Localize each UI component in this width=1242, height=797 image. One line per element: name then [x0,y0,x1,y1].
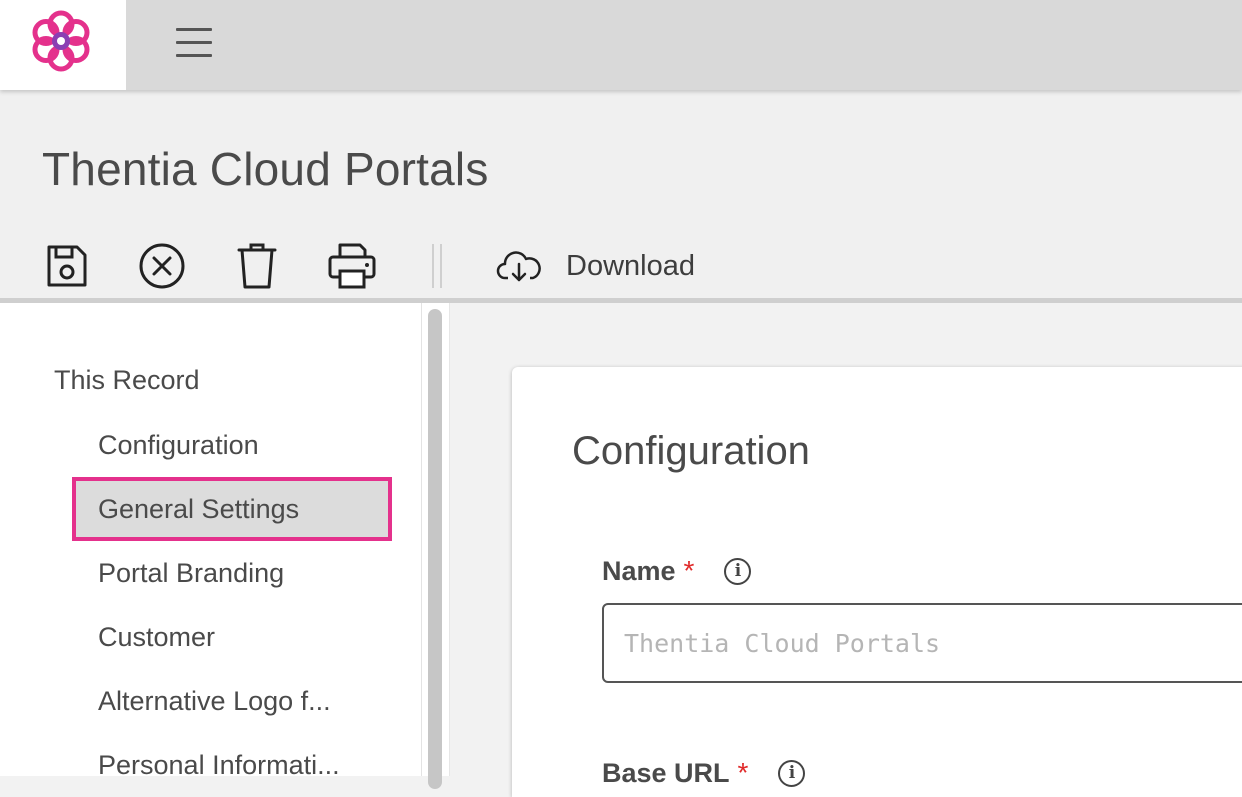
configuration-card: Configuration Name * i Base URL * i [512,367,1242,797]
info-icon[interactable]: i [724,557,752,585]
sidebar-scrollbar-thumb[interactable] [428,309,442,789]
name-field-label: Name * i [602,555,752,587]
printer-icon [328,243,376,289]
cloud-download-icon [496,251,541,282]
sidebar-item-configuration[interactable]: Configuration [72,413,392,477]
sidebar-item-general-settings[interactable]: General Settings [72,477,392,541]
sidebar-heading: This Record [54,365,200,395]
required-asterisk-icon: * [683,555,695,586]
section-title: Configuration [572,429,810,473]
toolbar-separator [432,244,442,288]
page-header: Thentia Cloud Portals Download [0,90,1242,300]
save-button[interactable] [41,240,93,292]
trash-icon [237,243,277,289]
required-asterisk-icon: * [737,757,749,788]
download-button[interactable]: Download [496,240,695,292]
flower-logo-icon [32,10,90,72]
print-button[interactable] [326,240,378,292]
sidebar-item-personal-information[interactable]: Personal Informati... [72,733,392,797]
hamburger-menu-icon[interactable] [172,26,216,60]
download-label: Download [566,249,695,282]
sidebar-item-customer[interactable]: Customer [72,605,392,669]
app-logo[interactable] [0,0,126,90]
name-input[interactable] [602,603,1242,683]
close-circle-icon [139,243,185,289]
save-icon [47,245,87,287]
record-toolbar: Download [0,238,1242,294]
base-url-label-text: Base URL [602,757,730,788]
main-content: Configuration Name * i Base URL * i [450,303,1242,797]
sidebar-scrollbar [422,303,450,789]
base-url-field-label: Base URL * i [602,757,806,789]
sidebar-item-alternative-logo[interactable]: Alternative Logo f... [72,669,392,733]
sidebar-item-portal-branding[interactable]: Portal Branding [72,541,392,605]
top-bar [0,0,1242,90]
page-title: Thentia Cloud Portals [42,143,489,195]
delete-button[interactable] [231,240,283,292]
record-sidebar: This Record Configuration General Settin… [0,303,422,780]
name-label-text: Name [602,555,676,586]
info-icon[interactable]: i [778,759,806,787]
cancel-button[interactable] [136,240,188,292]
